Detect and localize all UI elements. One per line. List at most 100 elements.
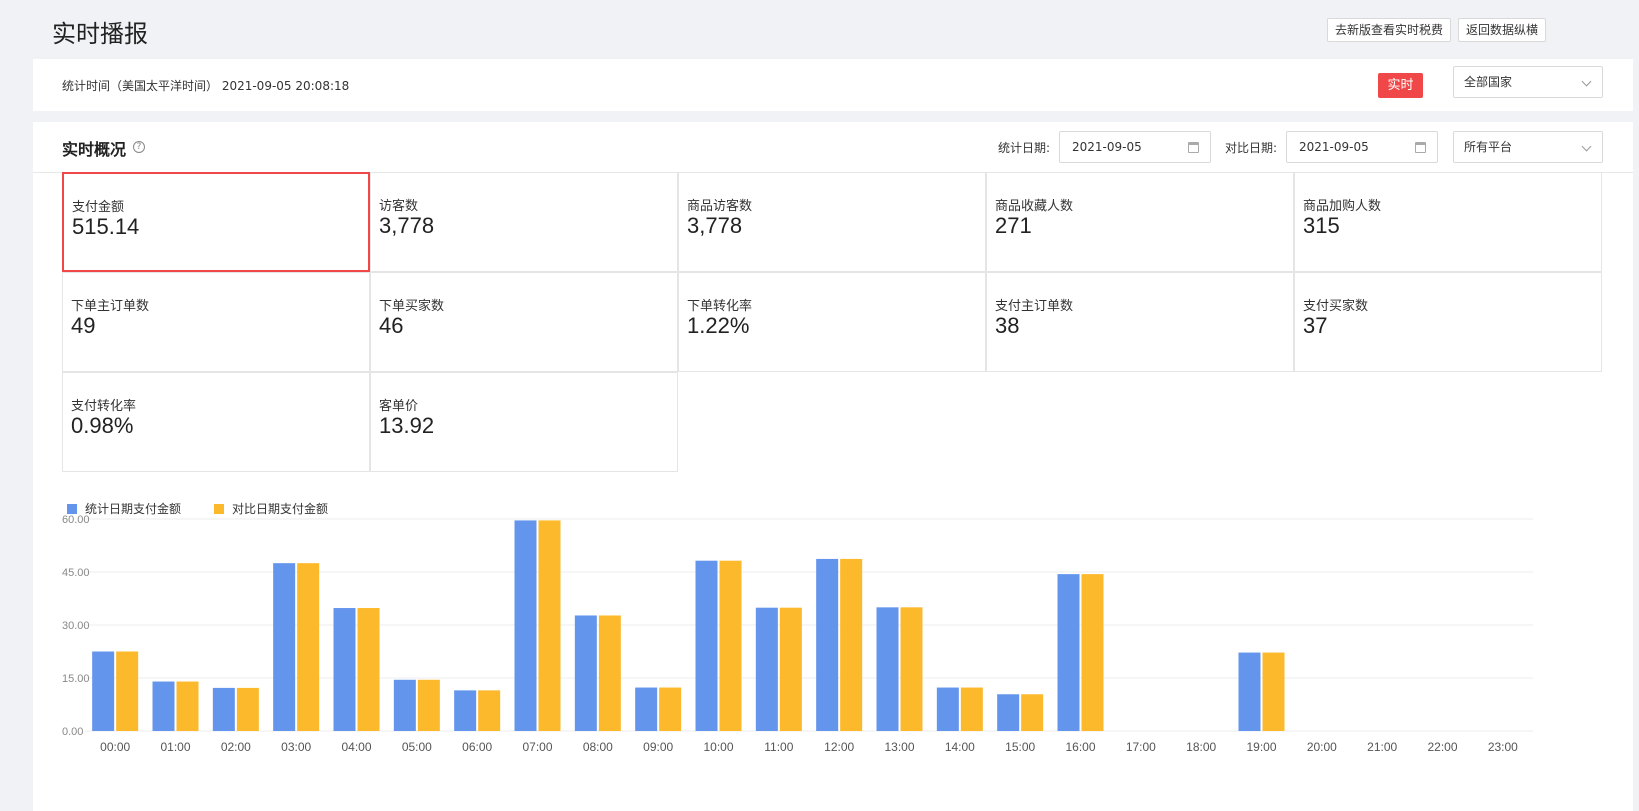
metric-card-pay-conversion[interactable]: 支付转化率 0.98% (62, 372, 370, 472)
help-icon[interactable]: ? (133, 141, 145, 153)
x-tick-label: 21:00 (1367, 740, 1397, 754)
bar (92, 651, 115, 731)
platform-select-value: 所有平台 (1464, 140, 1513, 154)
metric-card-product-visitors[interactable]: 商品访客数 3,778 (678, 172, 986, 272)
x-tick-label: 09:00 (643, 740, 673, 754)
metric-card-avg-order-value[interactable]: 客单价 13.92 (370, 372, 678, 472)
x-tick-label: 07:00 (522, 740, 552, 754)
x-tick-label: 17:00 (1126, 740, 1156, 754)
stat-time-card: 统计时间（美国太平洋时间） 2021-09-05 20:08:18 实时 全部国… (33, 59, 1633, 111)
metric-label: 支付转化率 (71, 399, 137, 414)
new-version-tax-button[interactable]: 去新版查看实时税费 (1327, 18, 1452, 42)
stat-time-text: 统计时间（美国太平洋时间） 2021-09-05 20:08:18 (62, 79, 350, 93)
bar (212, 687, 235, 731)
bar (574, 615, 597, 731)
stat-date-value: 2021-09-05 (1072, 140, 1142, 154)
chevron-down-icon (1581, 141, 1592, 152)
metric-card-paid-orders[interactable]: 支付主订单数 38 (986, 272, 1294, 372)
metric-card-order-buyers[interactable]: 下单买家数 46 (370, 272, 678, 372)
bar (900, 607, 923, 731)
bar (598, 615, 621, 731)
metric-label: 支付买家数 (1303, 299, 1369, 314)
metric-value: 46 (379, 313, 404, 338)
bar (659, 687, 682, 731)
y-tick-label: 0.00 (62, 726, 83, 738)
x-tick-label: 05:00 (402, 740, 432, 754)
metric-label: 商品访客数 (687, 199, 753, 214)
bar (695, 560, 718, 731)
metric-card-order-conversion[interactable]: 下单转化率 1.22% (678, 272, 986, 372)
metric-card-add-to-cart[interactable]: 商品加购人数 315 (1294, 172, 1602, 272)
bar (514, 520, 537, 731)
bar (936, 687, 959, 731)
x-tick-label: 15:00 (1005, 740, 1035, 754)
y-tick-label: 30.00 (62, 620, 90, 632)
bar (417, 679, 440, 731)
metric-value: 37 (1303, 313, 1328, 338)
x-tick-label: 00:00 (100, 740, 130, 754)
bar (719, 560, 742, 731)
metric-value: 271 (995, 213, 1032, 238)
bar (393, 679, 416, 731)
x-tick-label: 10:00 (703, 740, 733, 754)
bar (176, 681, 199, 731)
metric-card-paid-buyers[interactable]: 支付买家数 37 (1294, 272, 1602, 372)
calendar-icon (1188, 142, 1199, 153)
bar (816, 558, 839, 731)
metric-value: 315 (1303, 213, 1340, 238)
metric-card-pay-amount[interactable]: 支付金额 515.14 (62, 172, 370, 272)
bar (297, 563, 320, 731)
bar (997, 694, 1020, 731)
bar (635, 687, 658, 731)
x-tick-label: 04:00 (341, 740, 371, 754)
back-to-data-button[interactable]: 返回数据纵横 (1458, 18, 1547, 42)
x-tick-label: 18:00 (1186, 740, 1216, 754)
metric-label: 商品收藏人数 (995, 199, 1074, 214)
section-title: 实时概况 (62, 140, 127, 159)
metric-value: 1.22% (687, 313, 750, 338)
metric-card-orders[interactable]: 下单主订单数 49 (62, 272, 370, 372)
bar (478, 690, 501, 731)
y-tick-label: 60.00 (62, 514, 90, 526)
metric-label: 下单转化率 (687, 299, 753, 314)
bar (116, 651, 139, 731)
realtime-button[interactable]: 实时 (1378, 73, 1423, 98)
page-title: 实时播报 (52, 20, 148, 48)
metric-value: 49 (71, 313, 96, 338)
bar (1057, 574, 1080, 731)
bar (273, 563, 296, 731)
bar (1238, 652, 1261, 731)
x-tick-label: 14:00 (945, 740, 975, 754)
compare-date-input[interactable]: 2021-09-05 (1286, 131, 1438, 163)
metric-value: 0.98% (71, 413, 134, 438)
chevron-down-icon (1581, 76, 1592, 87)
bar (1262, 652, 1285, 731)
bar (152, 681, 175, 731)
metric-card-visitors[interactable]: 访客数 3,778 (370, 172, 678, 272)
metric-value: 13.92 (379, 413, 435, 438)
hourly-pay-amount-chart: 0.00 15.00 30.00 45.00 60.00 00:00 01:00 02:00 0… (62, 514, 1533, 754)
stat-date-input[interactable]: 2021-09-05 (1059, 131, 1211, 163)
x-tick-label: 08:00 (583, 740, 613, 754)
y-tick-label: 15.00 (62, 673, 90, 685)
metric-value: 515.14 (72, 214, 140, 239)
x-tick-label: 11:00 (764, 740, 793, 754)
country-select-value: 全部国家 (1464, 75, 1513, 89)
bar (755, 607, 778, 731)
bar (538, 520, 561, 731)
metric-value: 38 (995, 313, 1020, 338)
metric-label: 访客数 (379, 199, 419, 214)
bar (876, 607, 899, 731)
x-tick-label: 20:00 (1307, 740, 1337, 754)
x-tick-label: 12:00 (824, 740, 854, 754)
bar (1081, 574, 1104, 731)
calendar-icon (1415, 142, 1426, 153)
metric-label: 下单买家数 (379, 299, 445, 314)
platform-select[interactable]: 所有平台 (1453, 131, 1603, 163)
x-tick-label: 06:00 (462, 740, 492, 754)
x-tick-label: 03:00 (281, 740, 311, 754)
metric-value: 3,778 (687, 213, 743, 238)
bar (333, 608, 356, 731)
metric-card-product-favorites[interactable]: 商品收藏人数 271 (986, 172, 1294, 272)
country-select[interactable]: 全部国家 (1453, 66, 1603, 98)
